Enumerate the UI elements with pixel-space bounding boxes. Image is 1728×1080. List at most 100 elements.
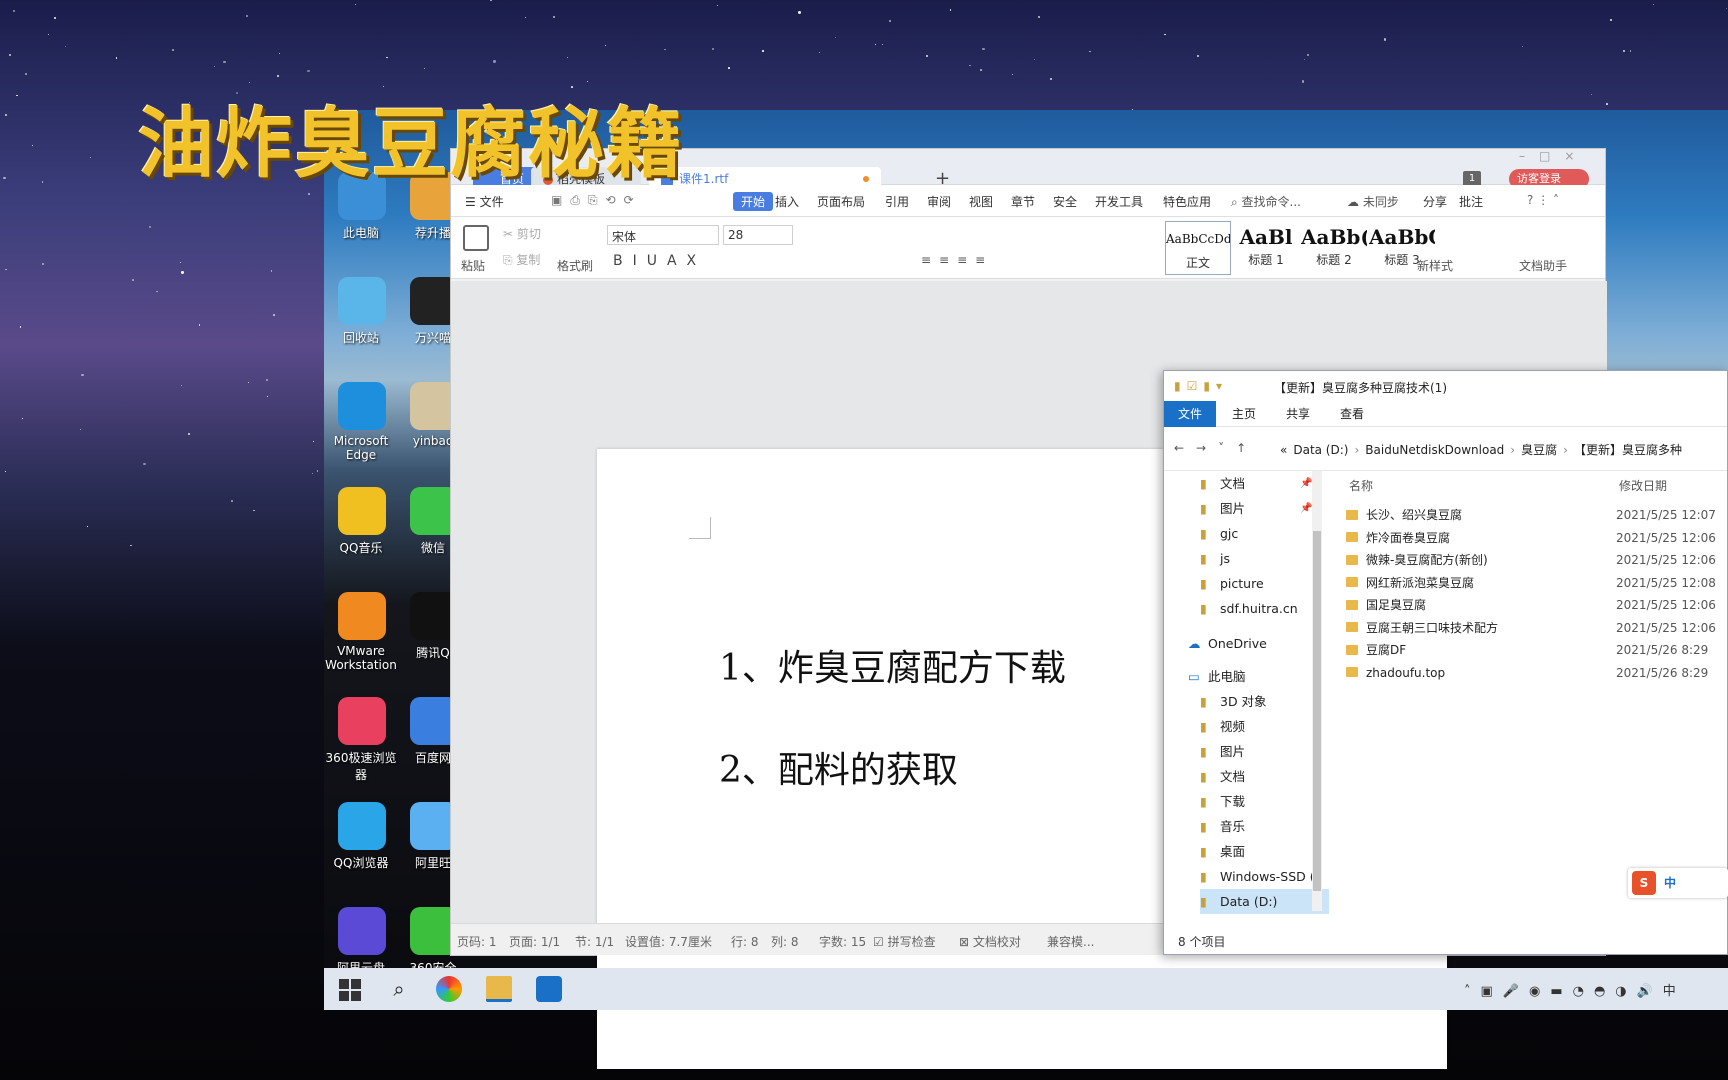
nav-item[interactable]: ▮ 文档 📌 xyxy=(1200,471,1312,496)
sync-status[interactable]: ☁ 未同步 xyxy=(1347,193,1399,210)
doc-line-2[interactable]: 2、配料的获取 xyxy=(719,741,958,793)
file-row[interactable]: 炸冷面卷臭豆腐 2021/5/25 12:06 xyxy=(1346,527,1726,549)
menu-file[interactable]: ☰ 文件 xyxy=(465,193,504,210)
font-size-select[interactable]: 28 xyxy=(723,225,793,245)
breadcrumb-item[interactable]: BaiduNetdiskDownload xyxy=(1365,443,1504,457)
font-name-select[interactable]: 宋体 xyxy=(607,225,719,245)
nav-item[interactable]: ▮ gjc xyxy=(1200,521,1238,546)
copy-button[interactable]: ⎘ 复制 xyxy=(503,251,540,268)
ime-mode[interactable]: 中 xyxy=(1664,874,1676,891)
system-tray-icons[interactable]: ˄▣🎤◉▬◔◓◑🔊中 xyxy=(1464,980,1686,999)
star xyxy=(3,176,6,180)
window-controls[interactable]: –□× xyxy=(1519,149,1588,163)
explorer-tab-1[interactable]: 文件 xyxy=(1164,401,1217,427)
col-header-date[interactable]: 修改日期 xyxy=(1619,477,1667,494)
file-row[interactable]: 微辣-臭豆腐配方(新创) 2021/5/25 12:06 xyxy=(1346,549,1726,571)
menu-item-4[interactable]: 引用 xyxy=(885,193,909,210)
paste-button[interactable]: 粘贴 xyxy=(461,257,485,274)
desktop-icon[interactable]: QQ浏览器 xyxy=(322,802,402,871)
nav-item-icon: ▮ xyxy=(1200,844,1207,859)
file-row[interactable]: 豆腐DF 2021/5/26 8:29 xyxy=(1346,639,1726,661)
compat-mode[interactable]: 兼容模... xyxy=(1047,933,1094,950)
menu-item-5[interactable]: 审阅 xyxy=(927,193,951,210)
breadcrumb-item[interactable]: Data (D:) xyxy=(1293,443,1348,457)
desktop-icon[interactable]: 回收站 xyxy=(322,277,402,346)
share-button[interactable]: 分享 xyxy=(1423,193,1447,210)
file-row[interactable]: 国足臭豆腐 2021/5/25 12:06 xyxy=(1346,594,1726,616)
nav-item-label: js xyxy=(1220,551,1230,566)
desktop-icon[interactable]: VMware Workstation xyxy=(322,592,402,672)
nav-item[interactable]: ▮ 桌面 xyxy=(1200,839,1245,864)
file-row[interactable]: 网红新派泡菜臭豆腐 2021/5/25 12:08 xyxy=(1346,572,1726,594)
format-painter-button[interactable]: 格式刷 xyxy=(557,257,593,274)
nav-item[interactable]: ▮ 图片 📌 xyxy=(1200,496,1312,521)
nav-item[interactable]: ▮ 下载 xyxy=(1200,789,1245,814)
file-row[interactable]: 豆腐王朝三口味技术配方 2021/5/25 12:06 xyxy=(1346,617,1726,639)
menu-item-2[interactable]: 插入 xyxy=(775,193,799,210)
paragraph-align-buttons[interactable]: ≡≡≡≡ xyxy=(921,253,993,267)
nav-item[interactable]: ☁ OneDrive xyxy=(1188,631,1267,656)
style-3[interactable]: AaBb(标题 2 xyxy=(1301,221,1367,275)
quick-access-icons[interactable]: ▮☑▮▾ xyxy=(1174,379,1228,393)
explorer-tab-3[interactable]: 共享 xyxy=(1272,401,1324,427)
menu-item-1[interactable]: 开始 xyxy=(733,192,774,211)
quick-access-toolbar[interactable]: ▣⎙⎘⟲⟳ xyxy=(551,193,642,208)
menu-item-3[interactable]: 页面布局 xyxy=(817,193,865,210)
explorer-tab-4[interactable]: 查看 xyxy=(1326,401,1378,427)
style-2[interactable]: AaBl 标题 1 xyxy=(1233,221,1299,275)
doc-line-1[interactable]: 1、炸臭豆腐配方下载 xyxy=(719,639,1066,691)
doc-assistant-button[interactable]: 文档助手 xyxy=(1519,257,1567,274)
star xyxy=(875,43,877,46)
menu-item-7[interactable]: 章节 xyxy=(1011,193,1035,210)
col-header-name[interactable]: 名称 xyxy=(1349,477,1373,494)
browser-360-icon[interactable] xyxy=(436,976,462,1002)
comment-button[interactable]: 批注 xyxy=(1459,193,1483,210)
explorer-tab-2[interactable]: 主页 xyxy=(1218,401,1270,427)
nav-item[interactable]: ▮ 图片 xyxy=(1200,739,1245,764)
font-format-buttons[interactable]: BIUAX xyxy=(613,253,706,269)
file-row[interactable]: 长沙、绍兴臭豆腐 2021/5/25 12:07 xyxy=(1346,504,1726,526)
new-style-button[interactable]: 新样式 xyxy=(1417,257,1453,274)
nav-item[interactable]: ▮ 音乐 xyxy=(1200,814,1245,839)
windows-start-icon[interactable] xyxy=(336,976,362,1002)
nav-item[interactable]: ▮ 视频 xyxy=(1200,714,1245,739)
proofread-button[interactable]: ⊠ 文档校对 xyxy=(959,933,1021,950)
breadcrumb-item[interactable]: « xyxy=(1280,443,1287,457)
nav-item[interactable]: ▮ Data (D:) xyxy=(1200,889,1329,914)
spell-check-button[interactable]: ☑ 拼写检查 xyxy=(873,933,936,950)
ime-toolbar[interactable]: S 中 xyxy=(1628,868,1728,898)
menu-item-10[interactable]: 特色应用 xyxy=(1163,193,1211,210)
nav-item[interactable]: ▮ js xyxy=(1200,546,1230,571)
nav-scrollbar[interactable] xyxy=(1312,471,1322,911)
style-1[interactable]: AaBbCcDd 正文 xyxy=(1165,221,1231,275)
status-row: 行: 8 xyxy=(731,935,759,949)
breadcrumb-item[interactable]: 臭豆腐 xyxy=(1521,443,1557,457)
nav-item[interactable]: ▭ 此电脑 xyxy=(1188,664,1246,689)
nav-item-icon: ▮ xyxy=(1200,869,1207,884)
cut-button[interactable]: ✂ 剪切 xyxy=(503,225,541,242)
star xyxy=(712,48,715,51)
file-row[interactable]: zhadoufu.top 2021/5/26 8:29 xyxy=(1346,662,1726,684)
search-icon[interactable]: ⌕ xyxy=(386,976,412,1002)
desktop-icon[interactable]: Microsoft Edge xyxy=(322,382,402,462)
desktop-icon-label: 此电脑 xyxy=(342,226,379,240)
wps-writer-icon[interactable] xyxy=(536,976,562,1002)
nav-item[interactable]: ▮ sdf.huitra.cn xyxy=(1200,596,1298,621)
desktop-icon[interactable]: QQ音乐 xyxy=(322,487,402,556)
star xyxy=(980,69,982,71)
desktop-icon[interactable]: 阿里云盘 xyxy=(322,907,402,976)
nav-item[interactable]: ▮ Windows-SSD ( xyxy=(1200,864,1315,889)
menu-item-8[interactable]: 安全 xyxy=(1053,193,1077,210)
nav-item[interactable]: ▮ 3D 对象 xyxy=(1200,689,1267,714)
file-explorer-icon[interactable] xyxy=(486,976,512,1002)
menu-item-6[interactable]: 视图 xyxy=(969,193,993,210)
search-command[interactable]: ⌕ 查找命令... xyxy=(1231,193,1301,210)
nav-item[interactable]: ▮ 文档 xyxy=(1200,764,1245,789)
nav-buttons[interactable]: ←→˅↑ xyxy=(1174,441,1258,455)
nav-item[interactable]: ▮ picture xyxy=(1200,571,1264,596)
menu-item-9[interactable]: 开发工具 xyxy=(1095,193,1143,210)
desktop-icon[interactable]: 360极速浏览器 xyxy=(322,697,402,783)
help-icon[interactable]: ? ⋮ ˄ xyxy=(1527,193,1559,207)
breadcrumb-item[interactable]: 【更新】臭豆腐多种 xyxy=(1574,443,1682,457)
star xyxy=(1303,58,1305,60)
